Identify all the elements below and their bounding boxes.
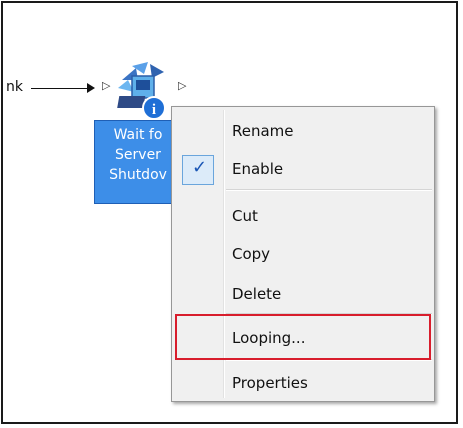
activity-label-selected[interactable]: Wait fo Server Shutdov [94,120,182,204]
menu-item-label: Enable [232,160,284,178]
link-label: nk [6,79,23,95]
connector-arrow-icon [87,83,95,93]
menu-item-label: Rename [232,122,294,140]
menu-item-rename[interactable]: Rename [174,115,432,145]
checkmark-icon: ✓ [192,157,208,178]
server-shutdown-activity-icon[interactable]: i [112,58,174,122]
menu-item-label: Delete [232,285,282,303]
menu-item-delete[interactable]: Delete [174,278,432,308]
output-port-icon[interactable]: ▷ [178,79,186,92]
menu-item-label: Properties [232,374,308,392]
menu-item-label: Cut [232,207,258,225]
annotation-highlight-box [175,314,431,360]
activity-label-line: Server [115,147,161,163]
activity-label-line: Shutdov [109,167,167,183]
menu-separator [226,189,432,191]
menu-item-properties[interactable]: Properties [174,367,432,397]
menu-item-copy[interactable]: Copy [174,238,432,268]
workflow-connector-line [31,88,89,89]
svg-text:i: i [152,102,156,118]
menu-item-cut[interactable]: Cut [174,200,432,230]
menu-item-enable[interactable]: ✓ Enable [174,153,432,185]
menu-item-label: Copy [232,245,271,263]
input-port-icon[interactable]: ▷ [102,79,110,92]
activity-label-line: Wait fo [113,127,163,143]
checked-indicator: ✓ [182,155,214,185]
